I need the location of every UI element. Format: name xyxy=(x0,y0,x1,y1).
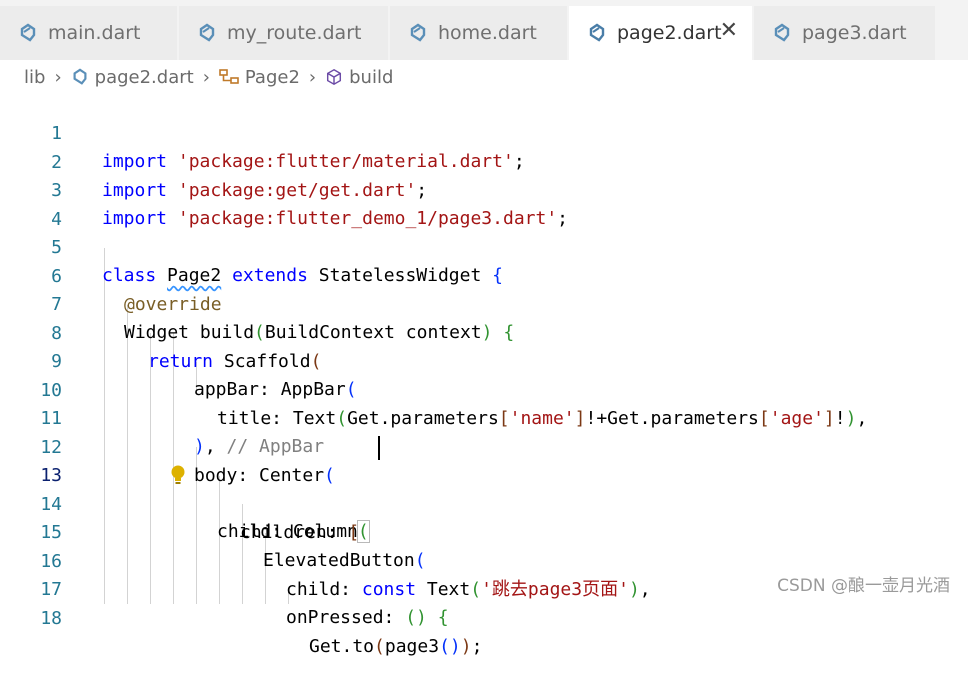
code-line-current: 13 child: Column( xyxy=(0,434,968,543)
code-line: 1 import 'package:flutter/material.dart'… xyxy=(0,92,968,172)
close-icon[interactable]: ✕ xyxy=(720,20,738,42)
chevron-right-icon: › xyxy=(202,66,210,88)
tab-my-route-dart[interactable]: my_route.dart xyxy=(179,6,389,60)
code-text: Get.to(page3()); xyxy=(309,635,483,657)
code-line: 15 ElevatedButton( xyxy=(0,491,968,571)
code-line: 11 ), // AppBar xyxy=(0,377,968,457)
code-editor[interactable]: 1 import 'package:flutter/material.dart'… xyxy=(0,92,968,657)
tab-label: page2.dart xyxy=(617,22,722,44)
code-line: 5 class Page2 extends StatelessWidget { xyxy=(0,206,968,286)
code-line: 3 import 'package:flutter_demo_1/page3.d… xyxy=(0,149,968,229)
tab-home-dart[interactable]: home.dart xyxy=(390,6,568,60)
code-line: 7 Widget build(BuildContext context) { xyxy=(0,263,968,343)
chevron-right-icon: › xyxy=(54,66,62,88)
code-text: onPressed: () { xyxy=(286,607,449,628)
line-number: 18 xyxy=(40,607,62,629)
code-line: 16 child: const Text('跳去page3页面'), xyxy=(0,520,968,600)
code-line: 8 return Scaffold( xyxy=(0,292,968,372)
breadcrumb-method[interactable]: build xyxy=(349,67,393,88)
tab-page3-dart[interactable]: page3.dart xyxy=(754,6,936,60)
tab-label: my_route.dart xyxy=(227,22,362,44)
breadcrumb: lib › page2.dart › Page2 › build xyxy=(0,60,968,94)
dart-file-icon xyxy=(587,23,607,43)
code-line: 12 body: Center( xyxy=(0,406,968,486)
tab-label: page3.dart xyxy=(802,22,907,44)
tab-page2-dart[interactable]: page2.dart ✕ xyxy=(569,6,753,60)
code-line: 4 xyxy=(0,178,968,230)
watermark: CSDN @酿一壶月光酒 xyxy=(775,571,952,596)
code-line: 2 import 'package:get/get.dart'; xyxy=(0,121,968,201)
code-line: 9 appBar: AppBar( xyxy=(0,320,968,400)
dart-file-icon xyxy=(197,23,217,43)
method-cube-icon xyxy=(327,68,342,86)
tab-label: home.dart xyxy=(438,22,537,44)
code-line: 6 @override xyxy=(0,235,968,315)
tab-main-dart[interactable]: main.dart xyxy=(0,6,178,60)
editor-tab-bar: main.dart my_route.dart home.dart page2.… xyxy=(0,6,968,60)
code-line: 10 title: Text(Get.parameters['name']!+G… xyxy=(0,349,968,429)
class-icon xyxy=(219,69,239,84)
dart-file-icon xyxy=(772,23,792,43)
tab-label: main.dart xyxy=(48,22,141,44)
dart-file-icon xyxy=(73,68,87,85)
dart-file-icon xyxy=(408,23,428,43)
chevron-right-icon: › xyxy=(308,66,317,88)
breadcrumb-file[interactable]: page2.dart xyxy=(95,67,194,88)
breadcrumb-lib[interactable]: lib xyxy=(24,67,45,88)
breadcrumb-class[interactable]: Page2 xyxy=(245,67,300,88)
dart-file-icon xyxy=(18,23,38,43)
text-cursor xyxy=(378,436,380,460)
code-line: 14 children: [ xyxy=(0,463,968,543)
